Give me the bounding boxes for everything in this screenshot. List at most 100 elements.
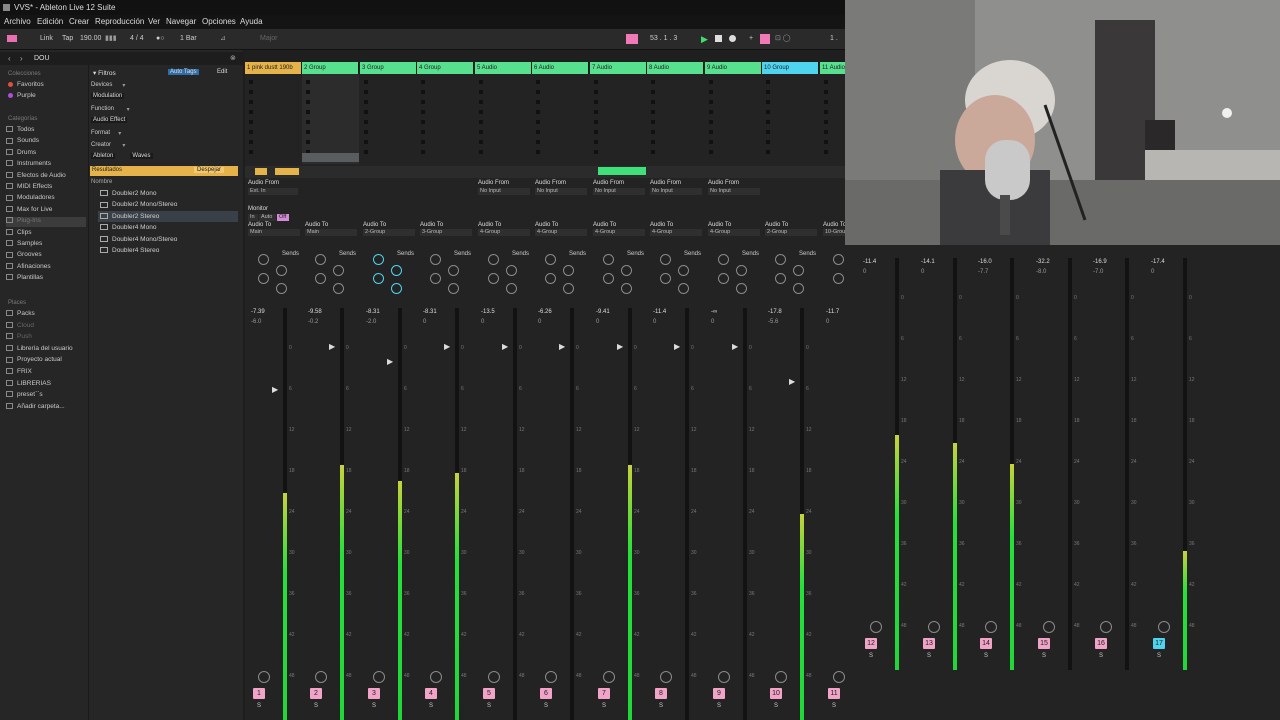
filters-toggle[interactable]: ▾ Filtros [93,69,116,77]
auto-tags-button[interactable]: Auto Tags [168,69,199,75]
clip-stop-button[interactable] [364,90,368,94]
track-activator[interactable]: 15 [1038,638,1050,649]
volume-fader-handle[interactable]: ▶ [502,342,508,351]
send-d-knob[interactable] [736,283,747,294]
collection-favoritos[interactable]: Favoritos [8,81,44,88]
clip-stop-button[interactable] [249,140,253,144]
back-arrow-icon[interactable]: ‹ [8,54,11,63]
clip-stop-button[interactable] [306,120,310,124]
song-position-field[interactable]: 53 . 1 . 3 [650,33,677,45]
solo-icon[interactable]: S [1042,653,1046,659]
volume-readout[interactable]: -32.2 -8.0 [1036,257,1058,277]
clip-stop-button[interactable] [536,130,540,134]
volume-readout[interactable]: -17.8 -5.6 [768,307,790,327]
solo-icon[interactable]: S [1099,653,1103,659]
clip-stop-button[interactable] [306,100,310,104]
send-d-knob[interactable] [678,283,689,294]
track-header[interactable]: 3 Group [360,62,417,74]
clip-stop-button[interactable] [709,130,713,134]
clip-stop-button[interactable] [594,150,598,154]
track-header[interactable]: 5 Audio [475,62,532,74]
clip-stop-button[interactable] [824,100,828,104]
clip-stop-button[interactable] [479,130,483,134]
volume-readout[interactable]: -8.31 -2.0 [366,307,388,327]
clip-stop-button[interactable] [479,100,483,104]
view-toggle-icon[interactable] [7,35,17,42]
clip-stop-button[interactable] [766,150,770,154]
clip-stop-button[interactable] [651,100,655,104]
filter-chip[interactable]: Ableton [91,153,116,159]
place-item[interactable]: preset``s [6,391,43,398]
pan-knob[interactable] [1158,621,1170,633]
menu-ayuda[interactable]: Ayuda [240,15,263,29]
pan-knob[interactable] [718,671,730,683]
category-drums[interactable]: Drums [6,149,86,159]
clip-stop-button[interactable] [594,140,598,144]
pan-knob[interactable] [985,621,997,633]
solo-icon[interactable]: S [487,703,491,709]
send-b-knob[interactable] [391,265,402,276]
clip-stop-button[interactable] [536,150,540,154]
send-a-knob[interactable] [833,254,844,265]
clip-stop-button[interactable] [651,120,655,124]
track-header[interactable]: 10 Group [762,62,819,74]
send-a-knob[interactable] [258,254,269,265]
category-grooves[interactable]: Grooves [6,251,86,261]
clip-stop-button[interactable] [594,90,598,94]
track-activator[interactable]: 8 [655,688,667,699]
output-select[interactable]: 2-Group [363,229,415,236]
volume-readout[interactable]: -11.4 0 [863,257,885,277]
track-activator[interactable]: 2 [310,688,322,699]
send-d-knob[interactable] [448,283,459,294]
volume-fader-handle[interactable]: ▶ [674,342,680,351]
solo-icon[interactable]: S [869,653,873,659]
volume-readout[interactable]: -9.41 0 [596,307,618,327]
pan-knob[interactable] [660,671,672,683]
result-item[interactable]: Doubler4 Mono/Stereo [98,234,238,245]
send-a-knob[interactable] [775,254,786,265]
monitor-off-button[interactable]: Off [277,214,289,221]
volume-fader-handle[interactable]: ▶ [444,342,450,351]
track-header[interactable]: 2 Group [302,62,359,74]
clip-stop-button[interactable] [766,130,770,134]
pan-knob[interactable] [373,671,385,683]
send-a-knob[interactable] [430,254,441,265]
clip-stop-button[interactable] [709,150,713,154]
send-b-knob[interactable] [678,265,689,276]
clip-stop-button[interactable] [364,120,368,124]
volume-readout[interactable]: -17.4 0 [1151,257,1173,277]
clip-indicator[interactable] [598,167,646,175]
filter-group-label[interactable]: Devices [91,82,112,88]
send-d-knob[interactable] [506,283,517,294]
monitor-in-button[interactable]: In [248,214,258,221]
volume-readout[interactable]: -11.7 0 [826,307,845,327]
place-item[interactable]: Añadir carpeta... [6,403,65,410]
clip-stop-button[interactable] [364,150,368,154]
volume-fader-handle[interactable]: ▶ [329,342,335,351]
send-b-knob[interactable] [448,265,459,276]
track-header[interactable]: 11 Audio [820,62,845,74]
filter-group-label[interactable]: Function [91,106,114,112]
send-d-knob[interactable] [276,283,287,294]
volume-readout[interactable]: -9.58 -0.2 [308,307,330,327]
volume-fader-handle[interactable]: ▶ [617,342,623,351]
output-select[interactable]: 4-Group [650,229,702,236]
menu-navegar[interactable]: Navegar [166,15,196,29]
arrangement-record-icon[interactable] [626,34,638,44]
volume-fader-handle[interactable]: ▶ [272,385,278,394]
link-button[interactable]: Link [40,33,53,45]
solo-icon[interactable]: S [314,703,318,709]
clip-stop-button[interactable] [421,120,425,124]
clip-stop-button[interactable] [594,110,598,114]
send-d-knob[interactable] [563,283,574,294]
tap-button[interactable]: Tap [62,33,73,45]
play-icon[interactable]: ▶ [701,33,708,45]
send-c-knob[interactable] [833,273,844,284]
key-select[interactable]: Major [260,33,278,45]
category-instruments[interactable]: Instruments [6,160,86,170]
clip-stop-button[interactable] [364,80,368,84]
pan-knob[interactable] [315,671,327,683]
place-item[interactable]: Cloud [6,322,34,329]
category-clips[interactable]: Clips [6,229,86,239]
clip-stop-button[interactable] [479,80,483,84]
